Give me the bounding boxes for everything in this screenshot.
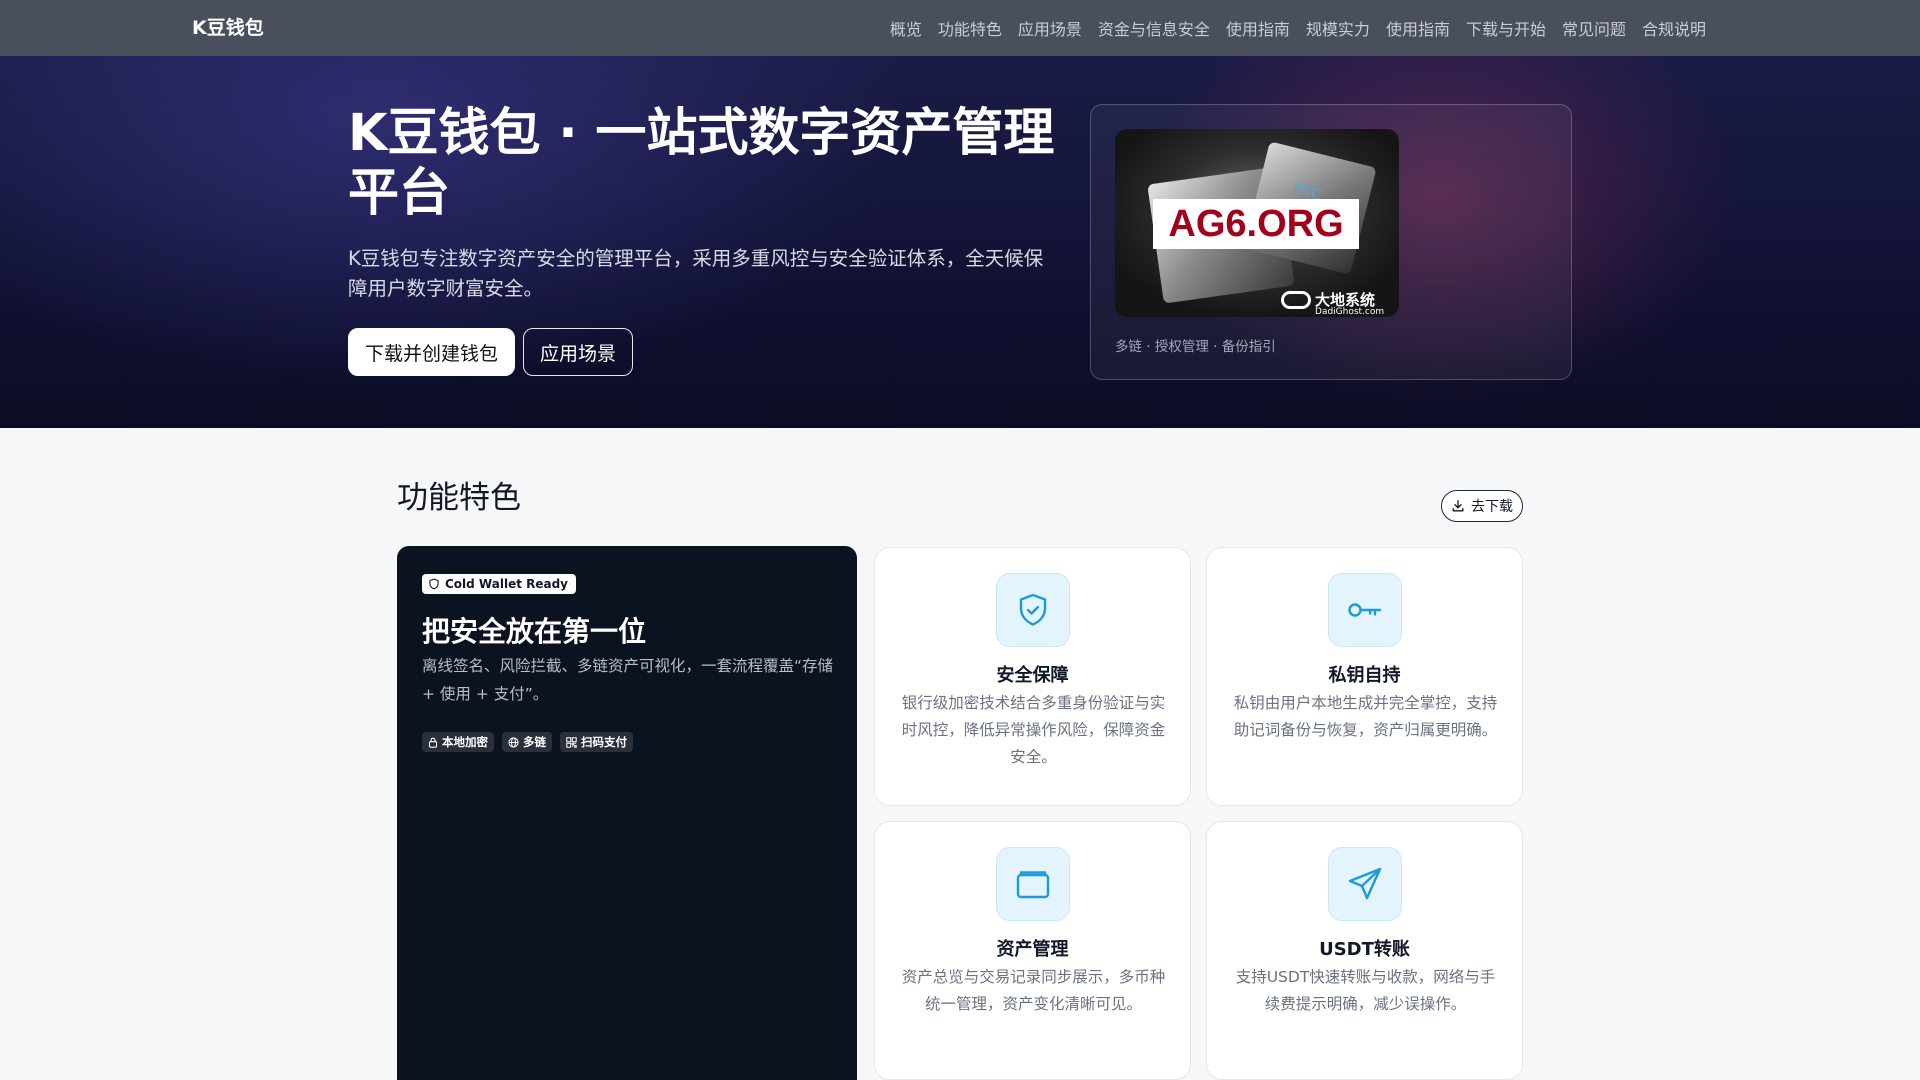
nav-link-features[interactable]: 功能特色: [938, 16, 1002, 40]
feature-icon-box: [996, 847, 1070, 921]
hero-media-card: BTC AG6.ORG 大地系统 DadiGhost.com 多链 · 授权管理…: [1090, 104, 1572, 380]
nav-link-download[interactable]: 下载与开始: [1466, 16, 1546, 40]
lock-icon: [428, 737, 438, 748]
cold-wallet-badge-label: Cold Wallet Ready: [445, 577, 569, 591]
globe-icon: [508, 736, 519, 748]
send-icon: [1348, 867, 1382, 900]
key-icon: [1348, 603, 1382, 617]
feature-description: 私钥由用户本地生成并完全掌控，支持助记词备份与恢复，资产归属更明确。: [1233, 694, 1498, 739]
nav-link-faq[interactable]: 常见问题: [1562, 16, 1626, 40]
shield-check-icon: [1019, 593, 1047, 626]
tag-label: 本地加密: [442, 735, 488, 749]
download-icon: [1452, 500, 1464, 512]
watermark-logo-icon: [1281, 290, 1311, 309]
hero-section: K豆钱包 · 一站式数字资产管理平台 K豆钱包专注数字资产安全的管理平台，采用多…: [0, 56, 1920, 428]
highlight-tags: 本地加密 多链 扫码支付: [422, 732, 633, 752]
feature-card-asset-management: 资产管理 资产总览与交易记录同步展示，多币种统一管理，资产变化清晰可见。: [874, 821, 1191, 1080]
tag-multichain: 多链: [502, 732, 552, 752]
feature-description: 支持USDT快速转账与收款，网络与手续费提示明确，减少误操作。: [1235, 968, 1496, 1013]
nav-link-compliance[interactable]: 合规说明: [1642, 16, 1706, 40]
nav-link-guide-2[interactable]: 使用指南: [1386, 16, 1450, 40]
download-create-wallet-button[interactable]: 下载并创建钱包: [348, 328, 516, 376]
feature-card-private-key: 私钥自持 私钥由用户本地生成并完全掌控，支持助记词备份与恢复，资产归属更明确。: [1206, 547, 1523, 806]
feature-title: 安全保障: [996, 665, 1069, 686]
shield-icon: [429, 578, 439, 590]
feature-title: 资产管理: [996, 939, 1069, 960]
nav-link-security[interactable]: 资金与信息安全: [1098, 16, 1210, 40]
top-navbar: K豆钱包 概览 功能特色 应用场景 资金与信息安全 使用指南 规模实力 使用指南…: [0, 0, 1920, 56]
feature-icon-box: [996, 573, 1070, 647]
hero-card-caption: 多链 · 授权管理 · 备份指引: [1115, 339, 1276, 355]
feature-card-security: 安全保障 银行级加密技术结合多重身份验证与实时风控，降低异常操作风险，保障资金安…: [874, 547, 1191, 806]
feature-description: 银行级加密技术结合多重身份验证与实时风控，降低异常操作风险，保障资金安全。: [901, 694, 1166, 766]
scenarios-button[interactable]: 应用场景: [523, 328, 634, 376]
feature-card-usdt-transfer: USDT转账 支持USDT快速转账与收款，网络与手续费提示明确，减少误操作。: [1206, 821, 1523, 1080]
go-download-label: 去下载: [1471, 499, 1513, 515]
feature-title: USDT转账: [1319, 939, 1410, 960]
go-download-button[interactable]: 去下载: [1441, 490, 1523, 522]
nav-link-scenarios[interactable]: 应用场景: [1018, 16, 1082, 40]
nav-link-overview[interactable]: 概览: [890, 16, 922, 40]
nav-link-scale[interactable]: 规模实力: [1306, 16, 1370, 40]
highlight-description: 离线签名、风险拦截、多链资产可视化，一套流程覆盖“存储 + 使用 + 支付”。: [422, 657, 834, 703]
qr-code-icon: [566, 736, 577, 748]
highlight-title: 把安全放在第一位: [422, 615, 647, 648]
feature-icon-box: [1328, 573, 1402, 647]
hero-title: K豆钱包 · 一站式数字资产管理平台: [348, 104, 1055, 223]
feature-icon-box: [1328, 847, 1402, 921]
watermark-subtext: DadiGhost.com: [1315, 307, 1385, 317]
tag-local-encryption: 本地加密: [422, 732, 494, 752]
nav-link-guide[interactable]: 使用指南: [1226, 16, 1290, 40]
features-section-title: 功能特色: [397, 480, 521, 516]
cold-wallet-badge: Cold Wallet Ready: [422, 574, 577, 594]
tag-label: 多链: [523, 735, 546, 749]
wallet-icon: [1016, 871, 1050, 899]
security-highlight-card: Cold Wallet Ready 把安全放在第一位 离线签名、风险拦截、多链资…: [397, 546, 857, 1080]
hero-subtitle: K豆钱包专注数字资产安全的管理平台，采用多重风控与安全验证体系，全天候保障用户数…: [348, 247, 1044, 300]
feature-description: 资产总览与交易记录同步展示，多币种统一管理，资产变化清晰可见。: [901, 968, 1166, 1013]
hero-buttons: 下载并创建钱包 应用场景: [348, 328, 634, 376]
brand-logo-link[interactable]: K豆钱包: [192, 0, 264, 56]
hero-product-image: BTC AG6.ORG 大地系统 DadiGhost.com: [1115, 129, 1399, 317]
nav-links: 概览 功能特色 应用场景 资金与信息安全 使用指南 规模实力 使用指南 下载与开…: [890, 0, 1706, 56]
feature-title: 私钥自持: [1328, 665, 1401, 686]
tag-scan-pay: 扫码支付: [560, 732, 633, 752]
tag-label: 扫码支付: [581, 735, 627, 749]
image-overlay-label: AG6.ORG: [1153, 199, 1359, 249]
